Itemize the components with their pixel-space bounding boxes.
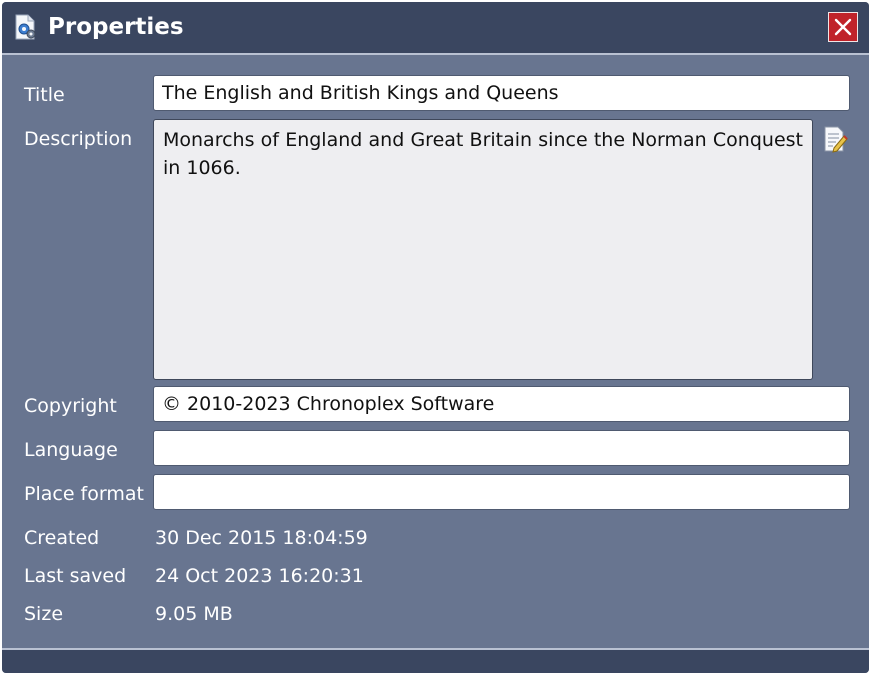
copyright-input[interactable]: [153, 386, 850, 422]
close-icon: [834, 18, 852, 36]
size-value: 9.05 MB: [155, 603, 233, 625]
edit-note-icon[interactable]: [822, 125, 848, 153]
window-title: Properties: [48, 14, 184, 40]
document-settings-icon: [14, 14, 38, 40]
last-saved-value: 24 Oct 2023 16:20:31: [155, 565, 364, 587]
footer-bar: [2, 648, 869, 673]
description-label: Description: [24, 128, 133, 150]
copyright-label: Copyright: [24, 395, 117, 417]
title-bar[interactable]: Properties: [2, 2, 869, 55]
size-label: Size: [24, 603, 64, 625]
close-button[interactable]: [828, 12, 858, 42]
last-saved-label: Last saved: [24, 565, 127, 587]
title-input[interactable]: [153, 75, 850, 111]
place-format-input[interactable]: [153, 474, 850, 510]
properties-window: Properties Title Description Monarchs of…: [2, 2, 869, 673]
language-label: Language: [24, 439, 118, 461]
description-textarea[interactable]: Monarchs of England and Great Britain si…: [153, 119, 813, 380]
language-input[interactable]: [153, 430, 850, 466]
created-value: 30 Dec 2015 18:04:59: [155, 527, 368, 549]
place-format-label: Place format: [24, 483, 144, 505]
title-label: Title: [24, 84, 65, 106]
created-label: Created: [24, 527, 100, 549]
